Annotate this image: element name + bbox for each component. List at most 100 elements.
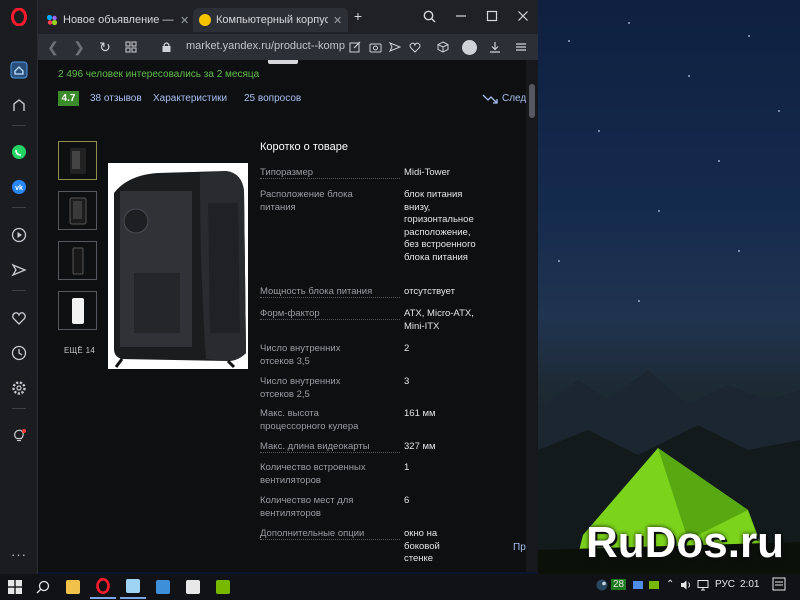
tab-title: Компьютерный корпус Ae bbox=[216, 14, 328, 26]
more-options-icon[interactable]: ··· bbox=[7, 542, 31, 566]
opera-sidebar: vk ··· bbox=[0, 0, 38, 574]
tabs-overview-icon[interactable] bbox=[121, 37, 141, 57]
tray-counter[interactable]: 28 bbox=[611, 579, 627, 590]
bookmark-heart-icon[interactable] bbox=[405, 37, 425, 57]
snapshot-camera-icon[interactable] bbox=[365, 37, 385, 57]
product-page: 2 496 человек интересовались за 2 месяца… bbox=[38, 60, 526, 572]
player-icon[interactable] bbox=[7, 223, 31, 247]
svg-text:vk: vk bbox=[15, 185, 23, 192]
scrollbar-thumb[interactable] bbox=[529, 84, 535, 118]
avito-favicon-icon bbox=[46, 14, 58, 26]
reviews-link[interactable]: 38 отзывов bbox=[90, 93, 142, 104]
spec-value: 327 мм bbox=[404, 441, 436, 452]
spec-name: Количество встроенных вентиляторов bbox=[260, 462, 366, 486]
yandex-market-favicon-icon bbox=[199, 14, 211, 26]
profile-avatar-icon[interactable] bbox=[459, 37, 479, 57]
vk-icon[interactable]: vk bbox=[7, 175, 31, 199]
spec-name: Макс. длина видеокарты bbox=[260, 441, 372, 452]
photos-app-icon[interactable] bbox=[180, 575, 206, 599]
language-indicator[interactable]: РУС bbox=[715, 579, 735, 590]
send-icon[interactable] bbox=[7, 258, 31, 282]
spec-name: Дополнительные опции bbox=[260, 528, 367, 539]
tab-new-listing[interactable]: Новое объявление — Объ ✕ bbox=[40, 8, 195, 32]
opera-taskbar-icon[interactable] bbox=[90, 575, 116, 599]
spec-value: 1 bbox=[404, 462, 410, 473]
close-window-button[interactable] bbox=[512, 6, 534, 26]
watermark: RuDos.ru bbox=[586, 518, 784, 567]
tips-bulb-icon[interactable] bbox=[7, 424, 31, 448]
spec-name: Макс. высота процессорного кулера bbox=[260, 408, 359, 432]
volume-icon[interactable] bbox=[680, 579, 692, 594]
network-icon[interactable] bbox=[697, 579, 709, 594]
search-icon[interactable] bbox=[30, 575, 56, 599]
lock-icon[interactable] bbox=[156, 37, 176, 57]
page-scrollbar[interactable] bbox=[526, 60, 538, 572]
follow-label: След bbox=[502, 93, 526, 104]
reload-button[interactable]: ↻ bbox=[95, 37, 115, 57]
specs-link[interactable]: Характеристики bbox=[153, 93, 227, 104]
forward-button[interactable]: ❯ bbox=[69, 37, 89, 57]
notifications-icon[interactable] bbox=[772, 577, 786, 596]
tab-bar: Новое объявление — Объ ✕ Компьютерный ко… bbox=[38, 0, 538, 34]
close-tab-icon[interactable]: ✕ bbox=[180, 14, 189, 27]
start-windows-icon[interactable] bbox=[2, 575, 28, 599]
gallery-thumbnail[interactable] bbox=[58, 191, 97, 230]
new-tab-button[interactable]: + bbox=[347, 6, 369, 26]
tab-computer-case[interactable]: Компьютерный корпус Ae ✕ bbox=[193, 8, 349, 32]
easy-setup-menu-icon[interactable] bbox=[511, 37, 531, 57]
maximize-button[interactable] bbox=[481, 6, 503, 26]
search-tabs-icon[interactable] bbox=[418, 6, 440, 26]
nvidia-app-icon[interactable] bbox=[210, 575, 236, 599]
heart-icon[interactable] bbox=[7, 306, 31, 330]
edit-page-icon[interactable] bbox=[345, 37, 365, 57]
rating-badge: 4.7 bbox=[58, 91, 79, 106]
spec-value: 161 мм bbox=[404, 408, 436, 419]
spec-name: Типоразмер bbox=[260, 167, 316, 178]
windows-taskbar: 28 ⌃ РУС 2:01 bbox=[0, 574, 800, 600]
price-chart-icon bbox=[482, 94, 498, 104]
clock[interactable]: 2:01 bbox=[740, 579, 759, 590]
tray-app-icon[interactable] bbox=[632, 579, 644, 594]
settings-icon[interactable] bbox=[7, 376, 31, 400]
send-to-flow-icon[interactable] bbox=[385, 37, 405, 57]
home-icon[interactable] bbox=[7, 58, 31, 82]
gallery-thumbnail[interactable] bbox=[58, 241, 97, 280]
spec-name: Расположение блока питания bbox=[260, 189, 353, 213]
follow-price-button[interactable]: След bbox=[482, 93, 526, 104]
spec-value: 2 bbox=[404, 343, 410, 354]
speed-dial-icon[interactable] bbox=[7, 93, 31, 117]
gallery-thumbnail[interactable] bbox=[58, 141, 97, 180]
extensions-cube-icon[interactable] bbox=[433, 37, 453, 57]
contacts-app-icon[interactable] bbox=[150, 575, 176, 599]
spec-name: Число внутренних отсеков 3,5 bbox=[260, 343, 341, 367]
spec-value: Midi-Tower bbox=[404, 167, 450, 178]
product-main-image[interactable] bbox=[108, 163, 248, 369]
notepad-icon[interactable] bbox=[120, 575, 146, 599]
close-tab-icon[interactable]: ✕ bbox=[333, 14, 342, 27]
interest-counter: 2 496 человек интересовались за 2 месяца bbox=[58, 69, 260, 80]
more-photos-link[interactable]: ЕЩЁ 14 bbox=[64, 346, 95, 355]
steam-tray-icon[interactable] bbox=[596, 579, 608, 594]
whatsapp-icon[interactable] bbox=[7, 140, 31, 164]
spec-name: Форм-фактор bbox=[260, 308, 322, 319]
chevron-up-icon[interactable]: ⌃ bbox=[666, 579, 674, 590]
browser-window: Новое объявление — Объ ✕ Компьютерный ко… bbox=[38, 0, 538, 572]
spec-value: блок питания внизу, горизонтальное распо… bbox=[404, 189, 476, 263]
spec-value: 6 bbox=[404, 495, 410, 506]
downloads-icon[interactable] bbox=[485, 37, 505, 57]
minimize-button[interactable] bbox=[450, 6, 472, 26]
history-icon[interactable] bbox=[7, 341, 31, 365]
questions-link[interactable]: 25 вопросов bbox=[244, 93, 301, 104]
address-bar[interactable]: market.yandex.ru/product--komp bbox=[186, 40, 346, 55]
file-explorer-icon[interactable] bbox=[60, 575, 86, 599]
address-toolbar: ❮ ❯ ↻ market.yandex.ru/product--komp bbox=[38, 34, 538, 60]
opera-logo-icon[interactable] bbox=[7, 5, 31, 29]
gallery-thumbnail[interactable] bbox=[58, 291, 97, 330]
back-button[interactable]: ❮ bbox=[43, 37, 63, 57]
spec-value: 3 bbox=[404, 376, 410, 387]
spec-value: отсутствует bbox=[404, 286, 455, 297]
nvidia-tray-icon[interactable] bbox=[648, 579, 660, 594]
specs-title: Коротко о товаре bbox=[260, 141, 348, 153]
next-link[interactable]: Пр bbox=[513, 542, 526, 553]
spec-name: Количество мест для вентиляторов bbox=[260, 495, 354, 519]
